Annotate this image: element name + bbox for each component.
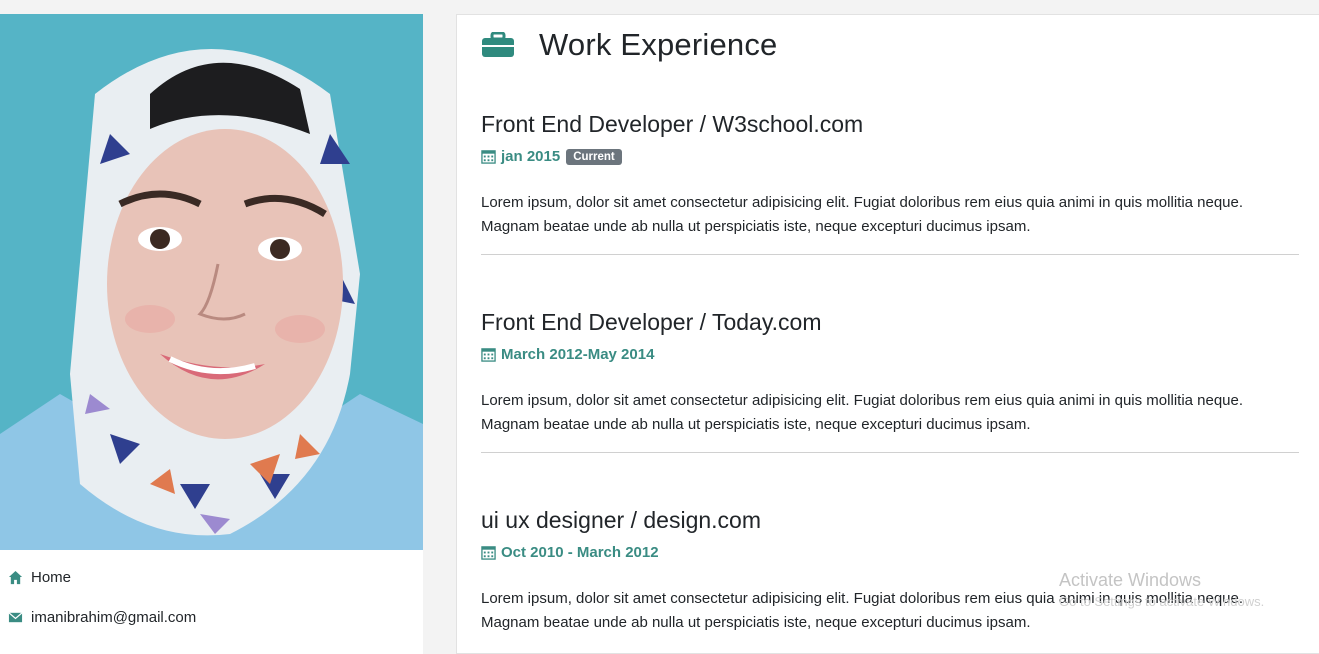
job-date: jan 2015 Current <box>481 148 1299 165</box>
job-description: Lorem ipsum, dolor sit amet consectetur … <box>481 194 1244 235</box>
envelope-icon <box>8 612 23 623</box>
job-date: Oct 2010 - March 2012 <box>481 544 1299 561</box>
contact-home[interactable]: Home <box>8 569 71 586</box>
job-title: Front End Developer / W3school.com <box>481 111 864 137</box>
work-experience-card: Work Experience Front End Developer / W3… <box>456 14 1319 654</box>
profile-photo <box>0 14 423 550</box>
job-entry: Front End Developer / W3school.com jan 2… <box>481 111 1299 255</box>
current-badge: Current <box>566 148 622 165</box>
section-title: Work Experience <box>539 27 778 62</box>
job-date-text: jan 2015 <box>501 148 561 165</box>
section-header: Work Experience <box>481 27 777 63</box>
job-description: Lorem ipsum, dolor sit amet consectetur … <box>481 392 1244 433</box>
contact-email[interactable]: imanibrahim@gmail.com <box>8 609 196 626</box>
briefcase-icon <box>482 32 514 57</box>
calendar-icon <box>481 546 496 560</box>
job-date-text: March 2012-May 2014 <box>501 346 655 363</box>
divider <box>481 254 1299 255</box>
contact-email-label: imanibrahim@gmail.com <box>31 609 197 626</box>
job-date: March 2012-May 2014 <box>481 346 1299 363</box>
job-date-text: Oct 2010 - March 2012 <box>501 544 659 561</box>
divider <box>481 452 1299 453</box>
job-entry: Front End Developer / Today.com March 20… <box>481 309 1299 453</box>
contact-home-label: Home <box>31 569 72 586</box>
profile-photo-illustration <box>0 14 423 550</box>
profile-card: Home imanibrahim@gmail.com <box>0 14 423 654</box>
calendar-icon <box>481 150 496 164</box>
home-icon <box>8 570 23 585</box>
activate-windows-subtext: Go to Settings to activate Windows. <box>1059 594 1265 609</box>
job-title: Front End Developer / Today.com <box>481 309 822 335</box>
job-title: ui ux designer / design.com <box>481 507 761 533</box>
activate-windows-watermark: Activate Windows <box>1059 570 1202 590</box>
calendar-icon <box>481 348 496 362</box>
